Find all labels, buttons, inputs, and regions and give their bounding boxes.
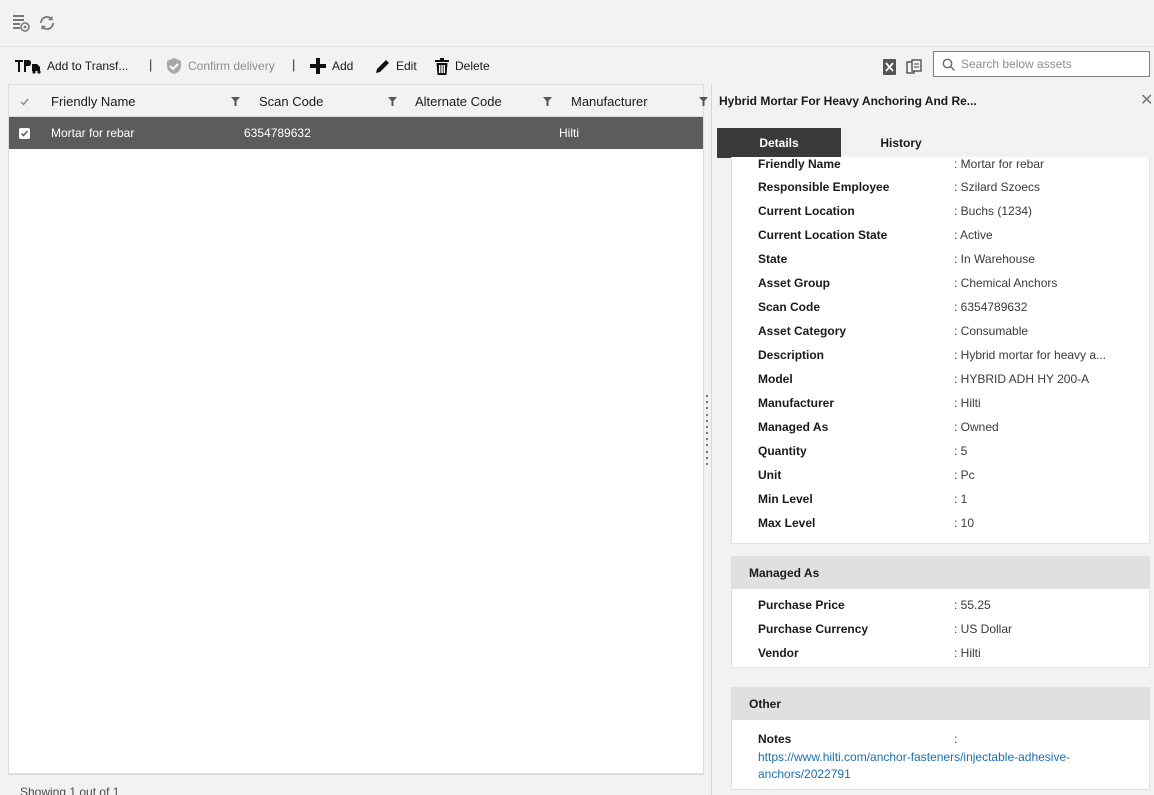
other-card: Other Notes : https://www.hilti.com/anch… <box>731 687 1150 790</box>
column-chooser-button[interactable] <box>906 58 922 76</box>
asset-details-panel: Hybrid Mortar For Heavy Anchoring And Re… <box>711 84 1154 795</box>
details-card: Friendly Name: Mortar for rebar Responsi… <box>731 157 1150 544</box>
toolbar-separator: | <box>292 57 296 72</box>
edit-label: Edit <box>396 59 417 73</box>
delete-button[interactable]: Delete <box>434 57 490 75</box>
row-checkbox[interactable] <box>19 117 30 149</box>
add-button[interactable]: Add <box>309 57 353 75</box>
transfer-truck-icon <box>15 60 41 74</box>
confirm-delivery-label: Confirm delivery <box>188 59 275 73</box>
toolbar-separator: | <box>149 57 153 72</box>
table-row[interactable]: Mortar for rebar 6354789632 Hilti <box>9 117 703 149</box>
add-to-transfer-button[interactable]: Add to Transf... <box>14 57 128 75</box>
panel-splitter-handle[interactable] <box>706 395 709 465</box>
select-all-checkbox[interactable] <box>19 85 30 117</box>
other-header[interactable]: Other <box>732 688 1149 720</box>
cell-manufacturer: Hilti <box>559 126 579 140</box>
close-icon[interactable]: ✕ <box>1140 90 1153 110</box>
excel-icon <box>883 59 896 75</box>
columns-icon <box>906 59 922 74</box>
filter-icon[interactable] <box>388 97 397 106</box>
asset-grid: Friendly Name Scan Code Alternate Code M… <box>8 84 708 774</box>
column-header-manufacturer[interactable]: Manufacturer <box>571 85 648 117</box>
notes-label: Notes <box>758 732 792 746</box>
top-icon-bar <box>0 0 1154 46</box>
refresh-icon[interactable] <box>36 12 58 34</box>
search-icon <box>942 58 955 71</box>
notes-link[interactable]: https://www.hilti.com/anchor-fasteners/i… <box>758 749 1138 783</box>
panel-title: Hybrid Mortar For Heavy Anchoring And Re… <box>719 94 977 108</box>
column-header-scan-code[interactable]: Scan Code <box>259 85 323 117</box>
managed-as-card: Managed As Purchase Price: 55.25 Purchas… <box>731 556 1150 668</box>
grid-record-count: Showing 1 out of 1 <box>8 774 704 795</box>
notes-colon: : <box>954 732 958 746</box>
grid-header: Friendly Name Scan Code Alternate Code M… <box>9 85 708 117</box>
tab-history[interactable]: History <box>841 128 961 158</box>
managed-as-header[interactable]: Managed As <box>732 557 1149 589</box>
confirm-delivery-button[interactable]: Confirm delivery <box>165 57 275 75</box>
tab-details[interactable]: Details <box>717 128 841 158</box>
cell-scan-code: 6354789632 <box>244 126 311 140</box>
asset-search-box[interactable] <box>933 51 1150 77</box>
add-to-transfer-label: Add to Transf... <box>47 59 129 73</box>
export-excel-button[interactable] <box>882 58 897 76</box>
filter-icon[interactable] <box>699 97 708 106</box>
filter-icon[interactable] <box>543 97 552 106</box>
column-header-alternate-code[interactable]: Alternate Code <box>415 85 502 117</box>
shield-check-icon <box>167 58 181 74</box>
detail-tabs: Details History <box>717 120 1154 158</box>
filter-icon[interactable] <box>231 97 240 106</box>
search-input[interactable] <box>961 57 1141 71</box>
plus-icon <box>310 58 326 74</box>
trash-icon <box>435 57 449 75</box>
add-label: Add <box>332 59 354 73</box>
cell-friendly-name: Mortar for rebar <box>51 126 135 140</box>
asset-settings-icon[interactable] <box>10 12 32 34</box>
column-header-friendly-name[interactable]: Friendly Name <box>51 85 136 117</box>
edit-button[interactable]: Edit <box>374 57 417 75</box>
delete-label: Delete <box>455 59 490 73</box>
pencil-icon <box>376 59 389 73</box>
